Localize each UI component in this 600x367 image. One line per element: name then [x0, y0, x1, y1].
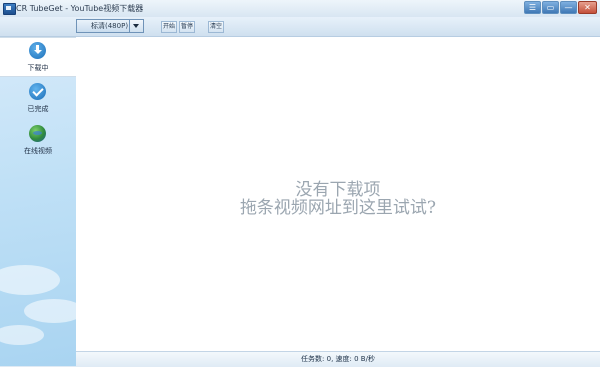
download-list-area[interactable]: 没有下载项 拖条视频网址到这里试试? [76, 37, 600, 351]
sidebar: 下载中 已完成 在线视频 [0, 37, 84, 366]
clear-button[interactable]: 清空 [208, 21, 225, 33]
minimize-button[interactable]: — [560, 1, 577, 14]
sidebar-item-label: 已完成 [27, 105, 49, 113]
check-icon [29, 83, 46, 100]
app-window: CR TubeGet - YouTube视频下载器 ☰ ▭ — ✕ 标清(480… [0, 0, 600, 367]
menu-button[interactable]: ☰ [524, 1, 541, 14]
close-button[interactable]: ✕ [578, 1, 597, 14]
sidebar-item-downloading[interactable]: 下载中 [0, 37, 77, 77]
download-icon [29, 42, 46, 59]
start-button[interactable]: 开始 [161, 21, 178, 33]
cloud-decoration [24, 299, 84, 323]
window-title: CR TubeGet - YouTube视频下载器 [16, 4, 144, 13]
quality-select-value: 标清(480P) [91, 22, 129, 30]
sidebar-item-completed[interactable]: 已完成 [0, 79, 76, 117]
sidebar-item-label: 在线视频 [24, 147, 52, 155]
globe-icon [29, 125, 46, 142]
chevron-down-icon[interactable] [129, 20, 143, 32]
cloud-decoration [0, 265, 60, 295]
empty-state-hint: 拖条视频网址到这里试试? [239, 198, 437, 218]
app-logo-icon [3, 3, 16, 15]
cloud-decoration [0, 325, 44, 345]
quality-select[interactable]: 标清(480P) [76, 19, 144, 33]
toolbar: 标清(480P) 开始 暂停 清空 [0, 17, 600, 37]
window-controls: ☰ ▭ — ✕ [524, 1, 597, 14]
title-bar[interactable]: CR TubeGet - YouTube视频下载器 ☰ ▭ — ✕ [0, 0, 600, 17]
restore-button[interactable]: ▭ [542, 1, 559, 14]
sidebar-item-label: 下载中 [27, 64, 49, 72]
status-text: 任务数: 0, 速度: 0 B/秒 [301, 355, 375, 363]
pause-button[interactable]: 暂停 [179, 21, 196, 33]
status-bar: 任务数: 0, 速度: 0 B/秒 [76, 351, 600, 367]
sidebar-item-online-video[interactable]: 在线视频 [0, 121, 76, 159]
